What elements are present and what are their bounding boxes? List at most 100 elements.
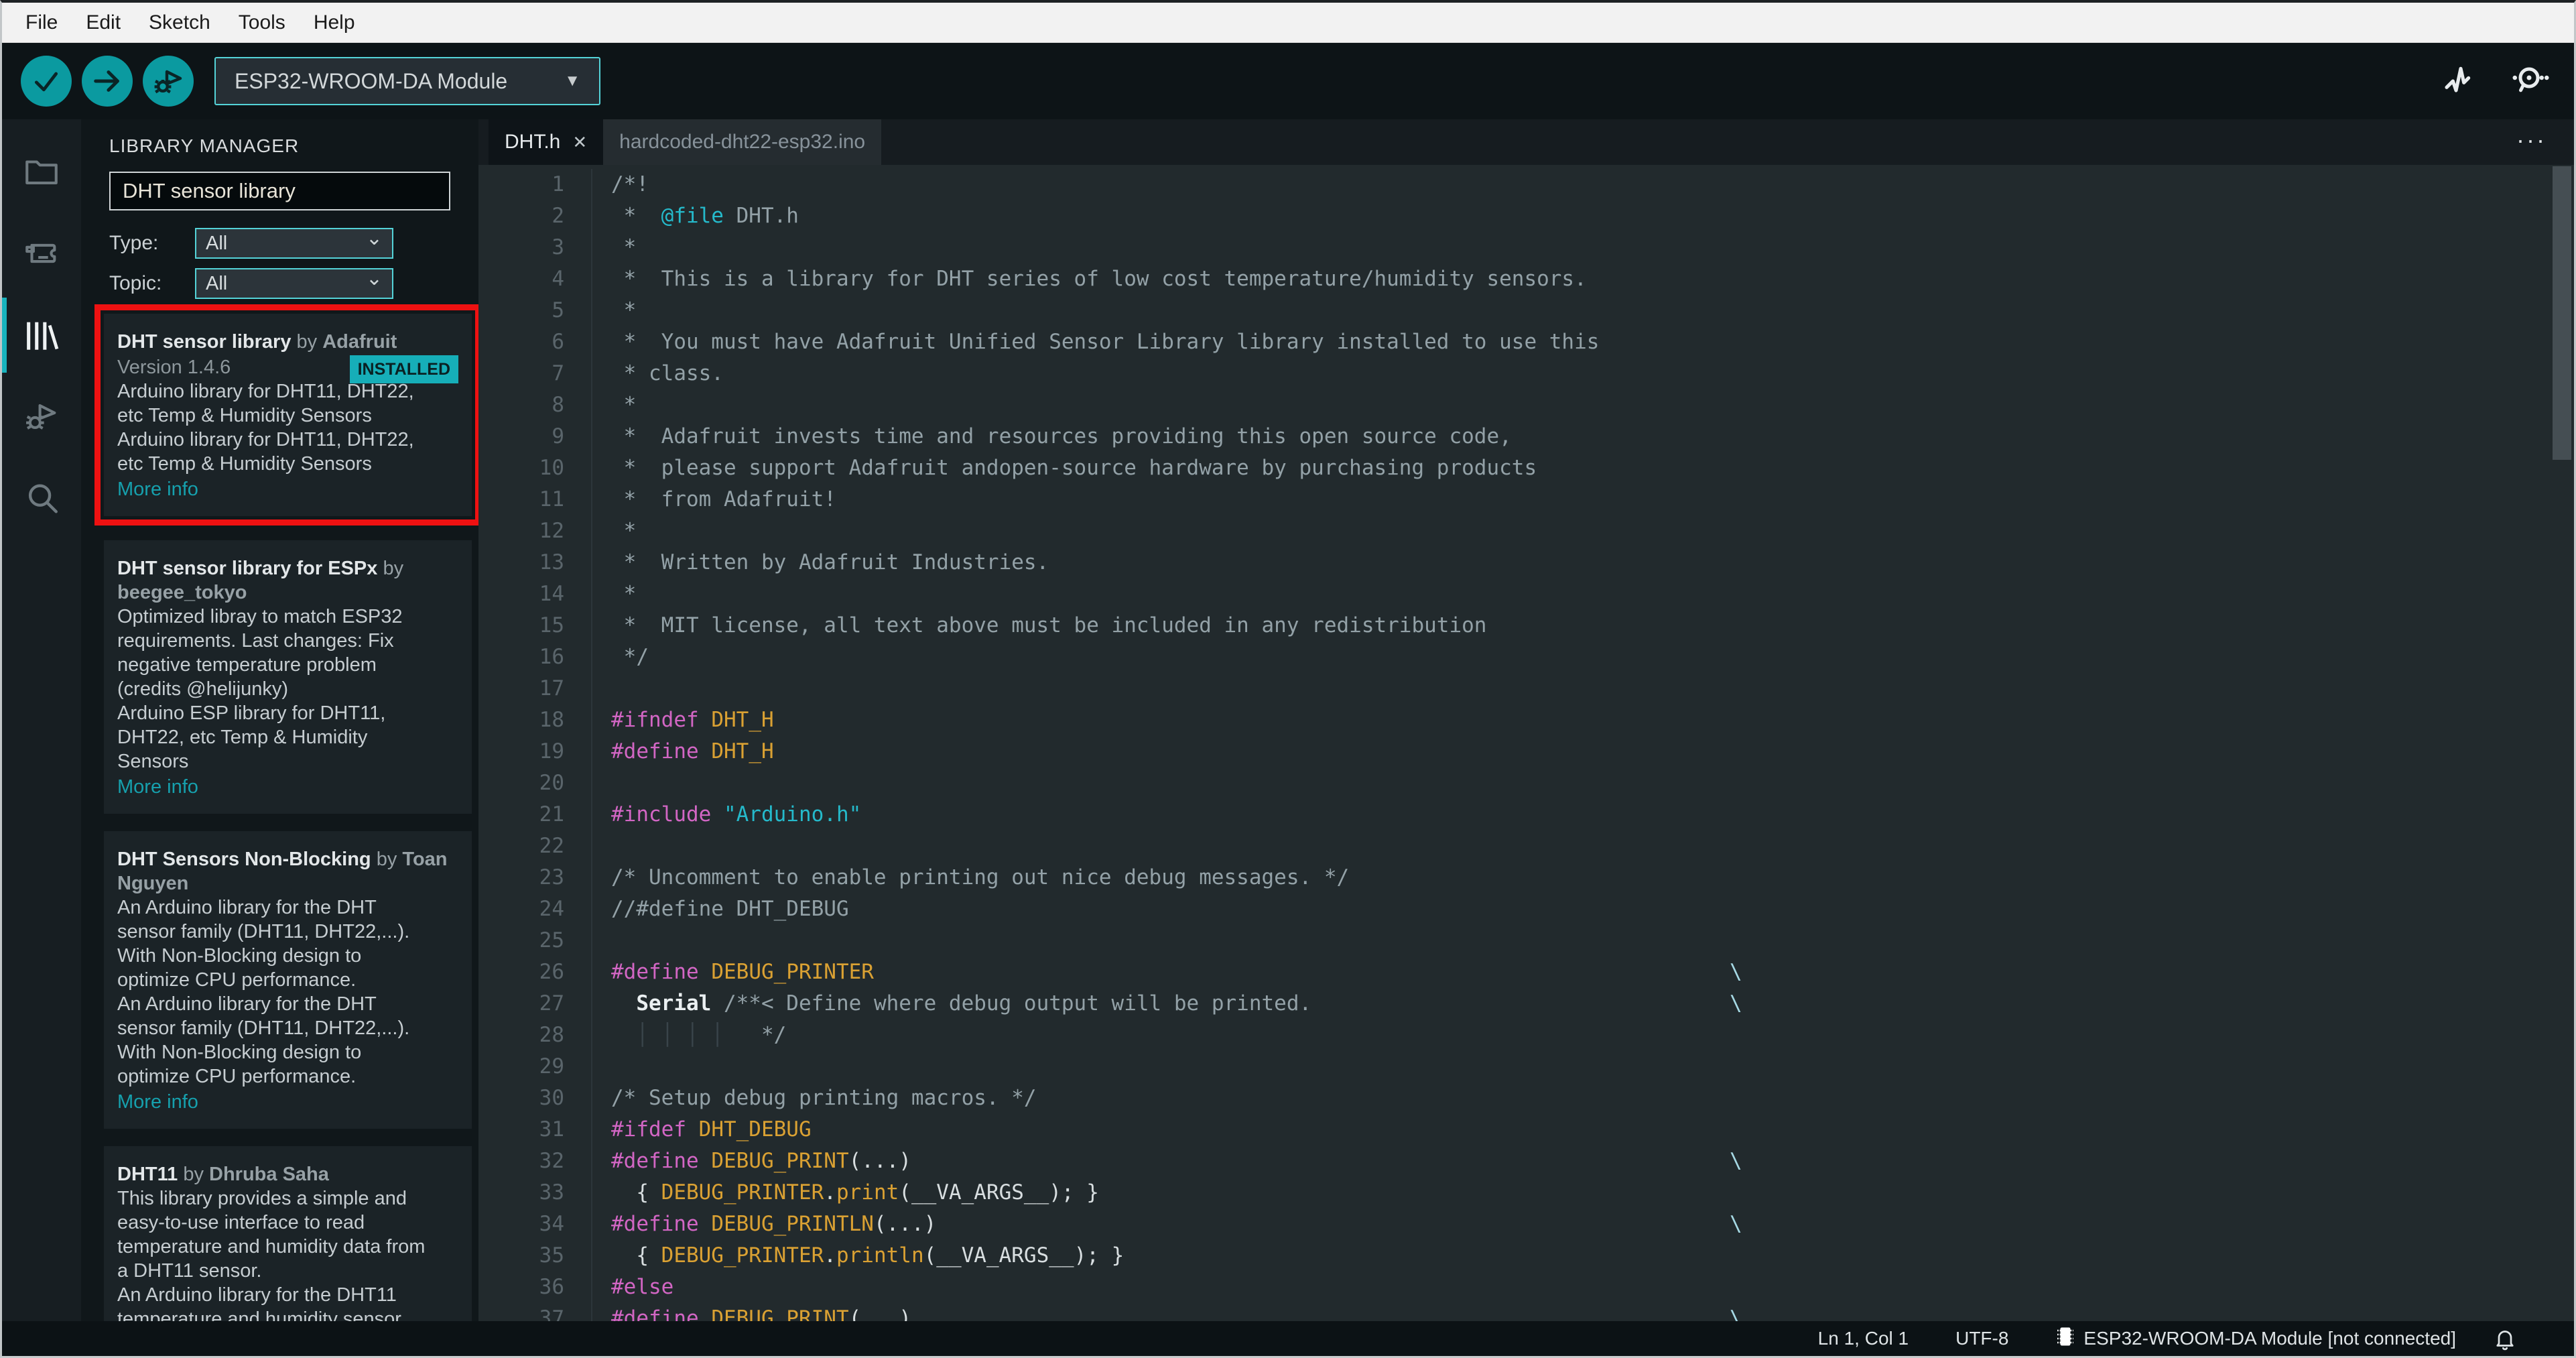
notification-bell-icon[interactable] xyxy=(2493,1326,2517,1351)
line-number: 16 xyxy=(539,645,564,669)
tab-dht-h[interactable]: DHT.h ✕ xyxy=(489,119,604,165)
library-search-input[interactable] xyxy=(109,172,450,210)
chevron-down-icon: ▼ xyxy=(564,72,580,90)
sidebar-item-search[interactable] xyxy=(2,477,81,520)
code-line: 33 { DEBUG_PRINTER.print(__VA_ARGS__); } xyxy=(478,1177,2574,1209)
code-line: 25 xyxy=(478,925,2574,956)
toolbar: ESP32-WROOM-DA Module ▼ xyxy=(2,43,2574,119)
line-number: 34 xyxy=(539,1212,564,1236)
line-number: 4 xyxy=(552,267,564,291)
line-number: 31 xyxy=(539,1117,564,1141)
more-info-link[interactable]: More info xyxy=(117,477,458,501)
code-line: 22 xyxy=(478,830,2574,862)
menu-bar: File Edit Sketch Tools Help xyxy=(2,3,2574,43)
library-entry-title: DHT sensor library by Adafruit xyxy=(117,331,397,353)
upload-button[interactable] xyxy=(82,56,133,107)
topic-filter-label: Topic: xyxy=(109,272,162,294)
code-line: 27 Serial /**< Define where debug output… xyxy=(478,988,2574,1020)
line-number: 20 xyxy=(539,771,564,795)
code-line: 15 * MIT license, all text above must be… xyxy=(478,610,2574,641)
library-description: Optimized libray to match ESP32 requireme… xyxy=(117,606,403,772)
line-number: 19 xyxy=(539,739,564,763)
more-actions-button[interactable]: ... xyxy=(2517,121,2547,149)
line-number: 37 xyxy=(539,1306,564,1321)
library-description: An Arduino library for the DHT sensor fam… xyxy=(117,897,410,1087)
code-line: 32 #define DEBUG_PRINT(...) \ xyxy=(478,1146,2574,1177)
line-number: 14 xyxy=(539,582,564,606)
menu-item-file[interactable]: File xyxy=(11,11,72,34)
board-status[interactable]: ESP32-WROOM-DA Module [not connected] xyxy=(2055,1324,2456,1353)
library-description: Arduino library for DHT11, DHT22, etc Tem… xyxy=(117,381,414,475)
line-number: 22 xyxy=(539,834,564,858)
code-line: 13 * Written by Adafruit Industries. xyxy=(478,547,2574,578)
code-line: 31 #ifdef DHT_DEBUG xyxy=(478,1114,2574,1146)
code-line: 19 #define DHT_H xyxy=(478,736,2574,767)
more-info-link[interactable]: More info xyxy=(117,1090,458,1114)
menu-item-edit[interactable]: Edit xyxy=(72,11,135,34)
code-line: 14 * xyxy=(478,578,2574,610)
line-number: 27 xyxy=(539,991,564,1015)
library-entry-title: DHT Sensors Non-Blocking by Toan Nguyen xyxy=(117,849,448,894)
debug-button[interactable] xyxy=(143,56,194,107)
menu-item-help[interactable]: Help xyxy=(300,11,369,34)
menu-item-sketch[interactable]: Sketch xyxy=(135,11,224,34)
serial-plotter-icon[interactable] xyxy=(2440,60,2482,102)
code-line: 23/* Uncomment to enable printing out ni… xyxy=(478,862,2574,893)
line-number: 32 xyxy=(539,1149,564,1173)
chevron-down-icon: ⌄ xyxy=(365,227,383,249)
code-line: 11 * from Adafruit! xyxy=(478,484,2574,515)
topic-filter-select[interactable]: All ⌄ xyxy=(195,268,393,299)
code-line: 2 * @file DHT.h xyxy=(478,200,2574,232)
code-line: 1/*! xyxy=(478,169,2574,200)
line-number: 25 xyxy=(539,928,564,952)
debug-play-icon xyxy=(152,65,184,97)
editor-tab-bar: DHT.h ✕ hardcoded-dht22-esp32.ino ... xyxy=(478,119,2574,165)
arrow-right-icon xyxy=(92,66,123,97)
status-bar: Ln 1, Col 1 UTF-8 ESP32-WROOM-DA Module … xyxy=(2,1321,2574,1356)
board-selector-dropdown[interactable]: ESP32-WROOM-DA Module ▼ xyxy=(214,57,600,105)
line-number: 12 xyxy=(539,519,564,543)
verify-button[interactable] xyxy=(21,56,72,107)
code-line: 6 * You must have Adafruit Unified Senso… xyxy=(478,326,2574,358)
code-line: 18 #ifndef DHT_H xyxy=(478,704,2574,736)
library-description: This library provides a simple and easy-t… xyxy=(117,1188,426,1321)
line-number: 7 xyxy=(552,361,564,385)
chevron-down-icon: ⌄ xyxy=(365,267,383,290)
editor-area: DHT.h ✕ hardcoded-dht22-esp32.ino ... 1/… xyxy=(478,119,2574,1321)
sidebar-item-sketchbook[interactable] xyxy=(2,150,81,193)
code-line: 30/* Setup debug printing macros. */ xyxy=(478,1083,2574,1114)
code-line: 24//#define DHT_DEBUG xyxy=(478,893,2574,925)
library-version: Version 1.4.6 INSTALLED xyxy=(117,355,458,383)
checkmark-icon xyxy=(31,66,61,96)
more-info-link[interactable]: More info xyxy=(117,775,458,799)
library-entry[interactable]: DHT Sensors Non-Blocking by Toan Nguyen A… xyxy=(104,831,472,1129)
sidebar-item-debug[interactable] xyxy=(2,395,81,438)
debug-icon xyxy=(22,397,61,436)
line-number: 6 xyxy=(552,330,564,354)
type-filter-select[interactable]: All ⌄ xyxy=(195,228,393,259)
line-number: 13 xyxy=(539,550,564,574)
tab-sketch-ino[interactable]: hardcoded-dht22-esp32.ino xyxy=(603,119,882,165)
library-entry[interactable]: DHT sensor library for ESPx by beegee_to… xyxy=(104,540,472,814)
code-line: 5 * xyxy=(478,295,2574,326)
sidebar-item-boards-manager[interactable] xyxy=(2,232,81,275)
code-editor[interactable]: 1/*! 2 * @file DHT.h 3 * 4 * This is a libr… xyxy=(478,165,2574,1321)
library-entry[interactable]: DHT11 by Dhruba Saha This library provide… xyxy=(104,1146,472,1321)
code-line: 34 #define DEBUG_PRINTLN(...) \ xyxy=(478,1209,2574,1240)
library-entry[interactable]: DHT sensor library by Adafruit Version 1.… xyxy=(94,304,478,526)
serial-monitor-icon[interactable] xyxy=(2508,60,2550,102)
code-line: 37 #define DEBUG_PRINT(...) \ xyxy=(478,1303,2574,1321)
sidebar-item-library-manager[interactable] xyxy=(2,298,81,373)
close-icon[interactable]: ✕ xyxy=(572,132,587,153)
chip-icon xyxy=(2055,1324,2075,1353)
line-number: 23 xyxy=(539,865,564,889)
menu-item-tools[interactable]: Tools xyxy=(224,11,300,34)
code-line: 3 * xyxy=(478,232,2574,263)
board-selector-label: ESP32-WROOM-DA Module xyxy=(235,68,508,93)
line-number: 9 xyxy=(552,424,564,448)
code-line: 20 xyxy=(478,767,2574,799)
editor-scrollbar[interactable] xyxy=(2553,166,2571,460)
line-number: 1 xyxy=(552,172,564,196)
line-number: 3 xyxy=(552,235,564,259)
line-number: 35 xyxy=(539,1243,564,1268)
